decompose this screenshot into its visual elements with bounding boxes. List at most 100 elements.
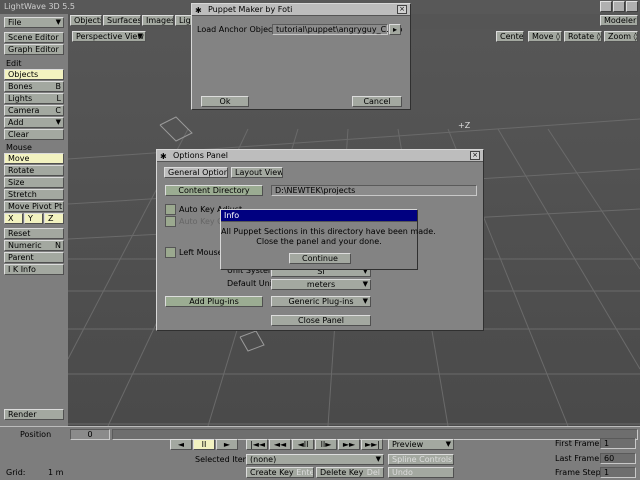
puppet-maker-title: Puppet Maker by Foti <box>208 5 293 14</box>
browse-arrow-button[interactable]: ▸ <box>389 24 401 35</box>
selected-item-select[interactable]: (none) <box>246 454 384 465</box>
numeric-button[interactable]: Numeric N <box>4 240 64 251</box>
left-mouse-checkbox[interactable] <box>165 247 176 258</box>
auto-key-create-checkbox[interactable] <box>165 216 176 227</box>
generic-plugins-menu[interactable]: Generic Plug-ins <box>271 296 371 307</box>
create-key-button[interactable]: Create Key Enter <box>246 467 314 478</box>
lights-mode-button[interactable]: Lights L <box>4 93 64 104</box>
add-plugins-button[interactable]: Add Plug-ins <box>165 296 263 307</box>
tab-surfaces[interactable]: Surfaces <box>103 15 141 26</box>
tab-general-options[interactable]: General Options <box>164 167 228 178</box>
move-view-button[interactable]: Move ◊ <box>528 31 562 42</box>
center-button[interactable]: Center <box>496 31 524 42</box>
parent-button[interactable]: Parent <box>4 252 64 263</box>
preview-menu[interactable]: Preview <box>388 439 454 450</box>
content-directory-field[interactable]: D:\NEWTEK\projects <box>271 185 477 196</box>
window-controls <box>600 1 638 12</box>
axis-y-toggle[interactable]: Y <box>24 213 43 224</box>
ik-info-button[interactable]: I K Info <box>4 264 64 275</box>
numeric-label: Numeric <box>8 241 42 250</box>
undo-button: Undo <box>388 467 454 478</box>
first-frame-label: First Frame <box>555 439 600 448</box>
grid-line <box>547 128 640 270</box>
close-icon[interactable]: × <box>397 5 407 14</box>
first-frame-button[interactable]: |◄◄ <box>246 439 268 450</box>
camera-object-outline <box>159 116 193 142</box>
axis-label: +Z <box>458 121 471 130</box>
app-title: LightWave 3D 5.5 <box>4 2 75 11</box>
close-panel-button[interactable]: Close Panel <box>271 315 371 326</box>
tab-objects[interactable]: Objects <box>70 15 102 26</box>
close-window-icon[interactable] <box>626 1 638 12</box>
first-frame-field[interactable]: 1 <box>600 438 636 449</box>
edit-header: Edit <box>6 59 22 68</box>
delete-key-button[interactable]: Delete Key Del <box>316 467 384 478</box>
add-menu[interactable]: Add <box>4 117 64 128</box>
zoom-view-button[interactable]: Zoom ◊ <box>604 31 638 42</box>
camera-mode-button[interactable]: Camera C <box>4 105 64 116</box>
grid-line <box>497 128 640 370</box>
camera-label: Camera <box>8 106 40 115</box>
play-button[interactable]: ► <box>216 439 238 450</box>
position-label: Position <box>20 430 52 439</box>
pause-button[interactable]: II <box>193 439 215 450</box>
selected-item-label: Selected Item <box>195 455 251 464</box>
reset-button[interactable]: Reset <box>4 228 64 239</box>
grid-value: 1 m <box>48 468 64 477</box>
render-button[interactable]: Render <box>4 409 64 420</box>
info-title: Info <box>224 211 240 220</box>
stretch-tool-button[interactable]: Stretch <box>4 189 64 200</box>
next-key-button[interactable]: ►► <box>338 439 360 450</box>
tab-layout-view[interactable]: Layout View <box>231 167 283 178</box>
scene-editor-button[interactable]: Scene Editor <box>4 32 64 43</box>
rotate-view-button[interactable]: Rotate ◊ <box>564 31 602 42</box>
size-tool-button[interactable]: Size <box>4 177 64 188</box>
prev-frame-button[interactable]: ◄II <box>292 439 314 450</box>
default-unit-select[interactable]: meters <box>271 279 371 290</box>
maximize-icon[interactable] <box>613 1 625 12</box>
info-title-bar: Info <box>221 210 417 222</box>
clear-button[interactable]: Clear <box>4 129 64 140</box>
lights-shortcut: L <box>56 94 61 103</box>
view-type-menu[interactable]: Perspective View <box>72 31 146 42</box>
default-unit-label: Default Unit <box>227 279 276 288</box>
bones-mode-button[interactable]: Bones B <box>4 81 64 92</box>
rotate-tool-button[interactable]: Rotate <box>4 165 64 176</box>
last-frame-field[interactable]: 60 <box>600 453 636 464</box>
cancel-button[interactable]: Cancel <box>352 96 402 107</box>
tab-images[interactable]: Images <box>142 15 174 26</box>
info-message-line1: All Puppet Sections in this directory ha… <box>221 227 436 236</box>
frame-step-field[interactable]: 1 <box>600 467 636 478</box>
move-tool-button[interactable]: Move <box>4 153 64 164</box>
left-sidebar: File Scene Editor Graph Editor Edit Obje… <box>0 14 68 426</box>
info-message-line2: Close the panel and your done. <box>256 237 382 246</box>
grid-label: Grid: <box>6 468 26 477</box>
objects-mode-button[interactable]: Objects <box>4 69 64 80</box>
load-anchor-path-field[interactable]: tutorial\puppet\angryguy_C.lwo <box>272 24 402 35</box>
create-key-shortcut: Enter <box>296 468 314 477</box>
position-field[interactable]: 0 <box>70 429 110 440</box>
lights-label: Lights <box>8 94 33 103</box>
file-menu[interactable]: File <box>4 17 64 28</box>
auto-key-adjust-checkbox[interactable] <box>165 204 176 215</box>
mouse-header: Mouse <box>6 143 32 152</box>
play-reverse-button[interactable]: ◄ <box>170 439 192 450</box>
close-icon[interactable]: × <box>470 151 480 160</box>
content-directory-button[interactable]: Content Directory <box>165 185 263 196</box>
move-pivot-button[interactable]: Move Pivot Pt <box>4 201 64 212</box>
modeler-button[interactable]: Modeler <box>600 15 638 26</box>
ok-button[interactable]: Ok <box>201 96 249 107</box>
info-dialog: Info All Puppet Sections in this directo… <box>220 209 436 270</box>
prev-key-button[interactable]: ◄◄ <box>269 439 291 450</box>
options-panel-title-bar: ✱ Options Panel × <box>157 150 483 162</box>
camera-shortcut: C <box>55 106 61 115</box>
continue-button[interactable]: Continue <box>289 253 351 264</box>
load-anchor-label: Load Anchor Object <box>197 25 276 34</box>
next-frame-button[interactable]: II► <box>315 439 337 450</box>
axis-x-toggle[interactable]: X <box>4 213 23 224</box>
last-frame-button[interactable]: ►►| <box>361 439 383 450</box>
bones-label: Bones <box>8 82 33 91</box>
graph-editor-button[interactable]: Graph Editor <box>4 44 64 55</box>
minimize-icon[interactable] <box>600 1 612 12</box>
axis-z-toggle[interactable]: Z <box>44 213 64 224</box>
